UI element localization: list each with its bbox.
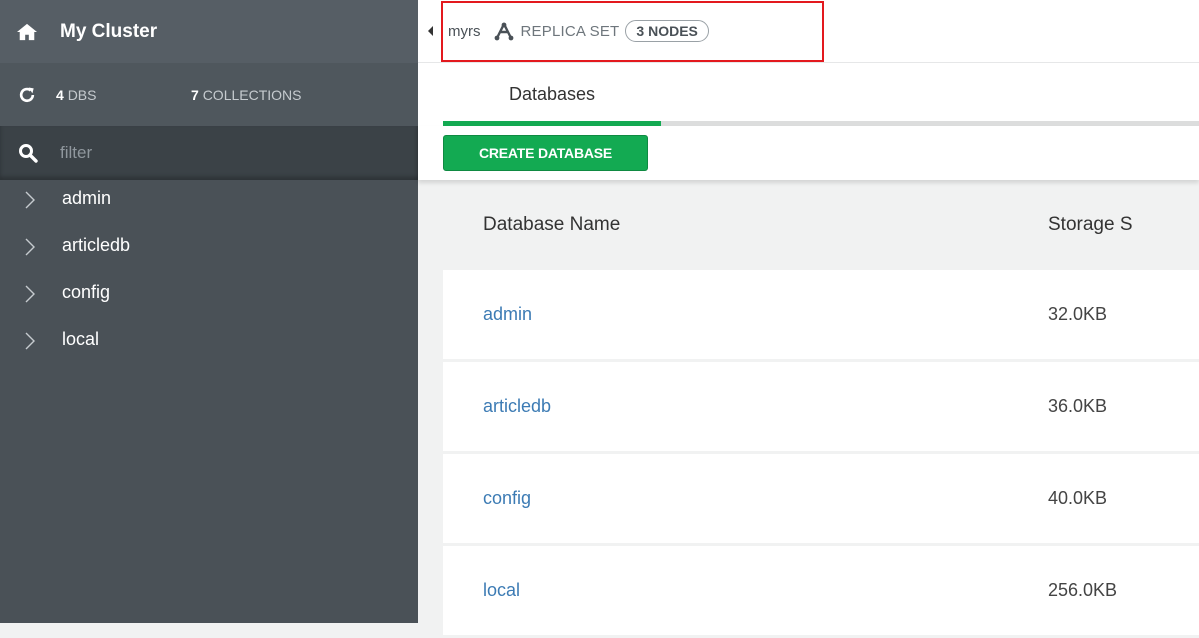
database-link[interactable]: articledb bbox=[443, 396, 1048, 417]
replica-set-name: myrs bbox=[448, 22, 481, 40]
sidebar-item-label: admin bbox=[62, 188, 112, 208]
replica-set-icon bbox=[494, 22, 513, 41]
table-row: admin 32.0KB bbox=[443, 270, 1199, 359]
cluster-header[interactable]: My Cluster bbox=[0, 0, 418, 63]
sidebar-item-config[interactable]: config bbox=[0, 282, 418, 329]
chevron-right-icon[interactable] bbox=[22, 331, 38, 351]
chevron-right-icon[interactable] bbox=[22, 190, 38, 210]
topology-bar: myrs REPLICA SET 3 NODES bbox=[418, 0, 1199, 63]
database-tree: admin articledb config local bbox=[0, 180, 418, 376]
cluster-name: My Cluster bbox=[60, 20, 158, 42]
create-database-button[interactable]: CREATE DATABASE bbox=[443, 135, 648, 171]
sidebar: My Cluster 4 DBS 7 COLLECTIONS admin art… bbox=[0, 0, 418, 623]
filter-input[interactable] bbox=[58, 142, 362, 164]
database-link[interactable]: config bbox=[443, 488, 1048, 509]
chevron-right-icon[interactable] bbox=[22, 237, 38, 257]
topology-type: REPLICA SET bbox=[520, 22, 620, 40]
table-row: local 256.0KB bbox=[443, 546, 1199, 635]
sidebar-item-label: config bbox=[62, 282, 111, 302]
column-header-name[interactable]: Database Name bbox=[443, 214, 1048, 236]
sidebar-item-local[interactable]: local bbox=[0, 329, 418, 376]
refresh-icon[interactable] bbox=[16, 85, 38, 105]
sidebar-item-articledb[interactable]: articledb bbox=[0, 235, 418, 282]
storage-size: 32.0KB bbox=[1048, 304, 1108, 324]
column-header-storage-size[interactable]: Storage S bbox=[1048, 214, 1133, 236]
sidebar-item-label: articledb bbox=[62, 235, 131, 255]
caret-left-icon[interactable] bbox=[426, 24, 436, 38]
table-row: articledb 36.0KB bbox=[443, 362, 1199, 451]
sidebar-item-admin[interactable]: admin bbox=[0, 188, 418, 235]
toolbar: CREATE DATABASE bbox=[418, 126, 1199, 180]
tab-bar: Databases bbox=[418, 63, 1199, 126]
dbs-stat: 4 DBS bbox=[56, 87, 191, 103]
dbs-label: DBS bbox=[67, 86, 97, 103]
search-icon bbox=[19, 144, 38, 163]
chevron-right-icon[interactable] bbox=[22, 284, 38, 304]
collections-count: 7 bbox=[191, 86, 199, 103]
nodes-badge: 3 NODES bbox=[625, 20, 709, 42]
filter-bar bbox=[0, 126, 418, 180]
collections-label: COLLECTIONS bbox=[202, 86, 302, 103]
table-header: Database Name Storage S bbox=[443, 180, 1199, 270]
databases-table: Database Name Storage S admin 32.0KB art… bbox=[443, 180, 1199, 638]
storage-size: 36.0KB bbox=[1048, 396, 1108, 416]
home-icon bbox=[17, 23, 37, 40]
database-link[interactable]: local bbox=[443, 580, 1048, 601]
dbs-count: 4 bbox=[56, 86, 64, 103]
cluster-stats: 4 DBS 7 COLLECTIONS bbox=[0, 63, 418, 126]
database-link[interactable]: admin bbox=[443, 304, 1048, 325]
sidebar-item-label: local bbox=[62, 329, 100, 349]
storage-size: 256.0KB bbox=[1048, 580, 1118, 600]
tab-databases[interactable]: Databases bbox=[443, 63, 661, 126]
table-row: config 40.0KB bbox=[443, 454, 1199, 543]
main-panel: myrs REPLICA SET 3 NODES Databases CREAT… bbox=[418, 0, 1199, 635]
collections-stat: 7 COLLECTIONS bbox=[191, 87, 302, 103]
storage-size: 40.0KB bbox=[1048, 488, 1108, 508]
